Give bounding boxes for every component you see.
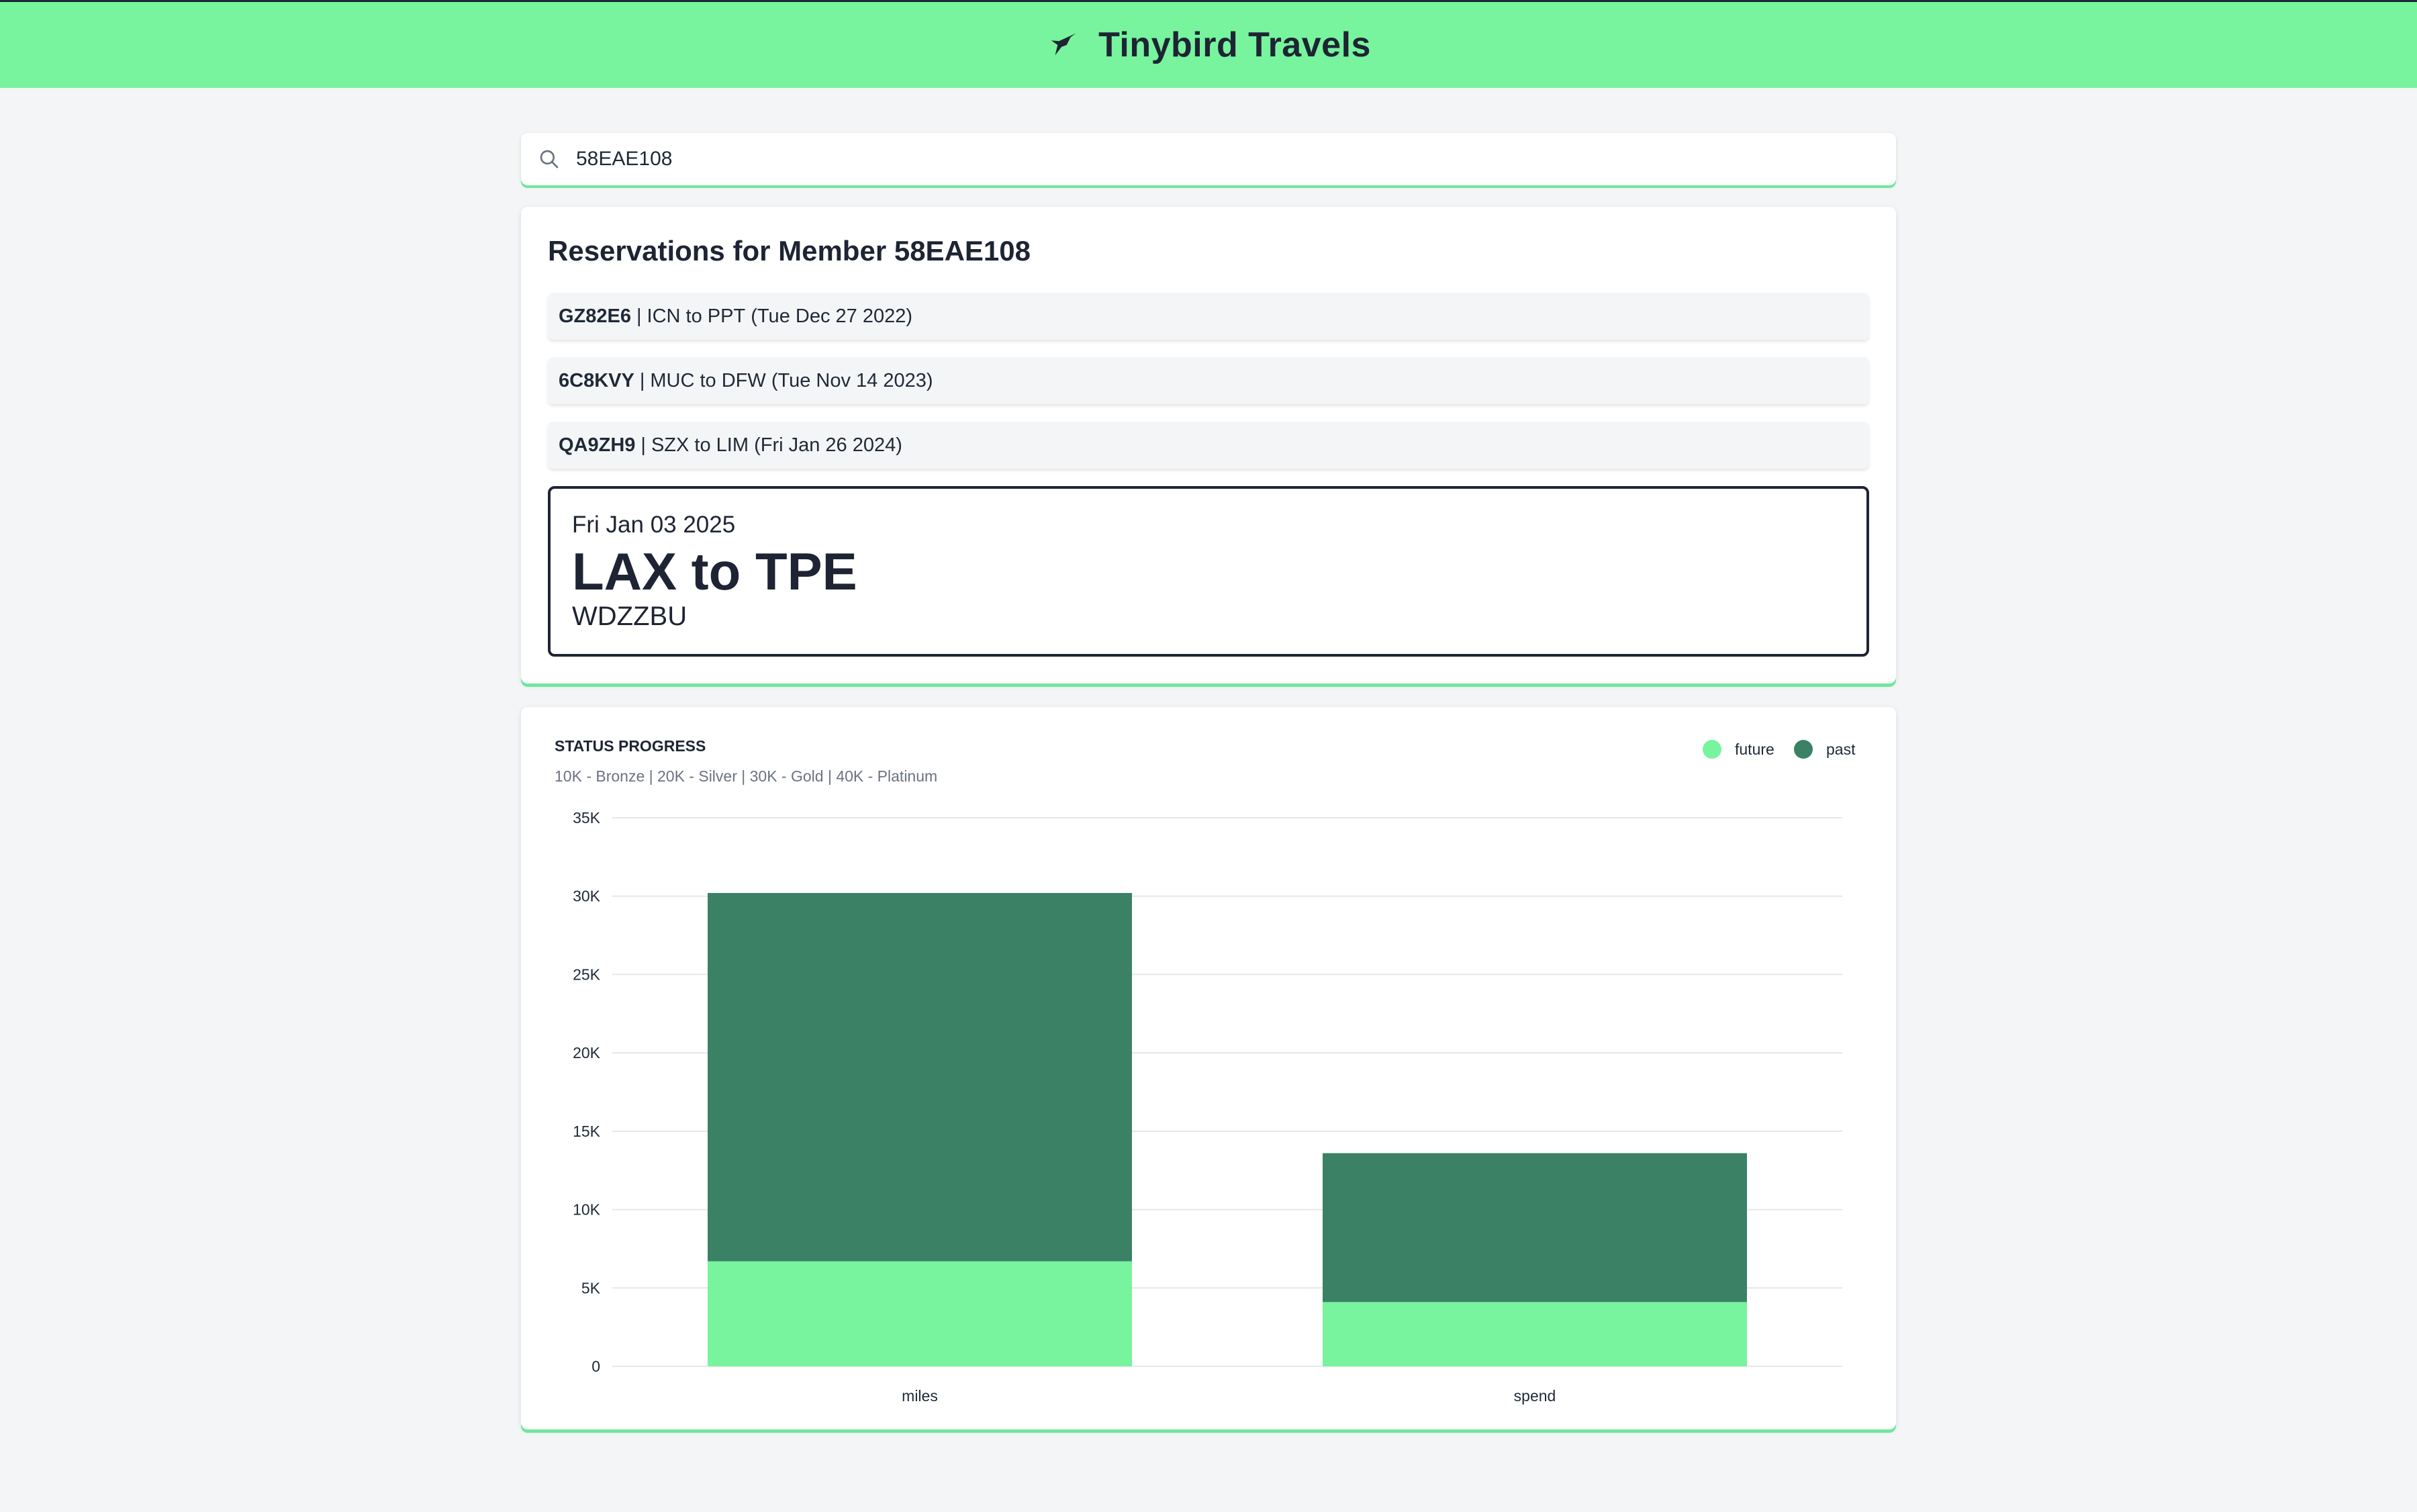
y-tick-label: 5K (581, 1279, 601, 1296)
reservation-separator: | (639, 369, 645, 391)
search-input[interactable] (576, 148, 1852, 171)
y-tick-label: 0 (591, 1358, 600, 1375)
bar-future (708, 1261, 1132, 1366)
y-tick-label: 20K (573, 1044, 601, 1061)
reservation-route: MUC to DFW (650, 369, 766, 391)
reservation-code: 6C8KVY (559, 369, 634, 391)
reservation-item[interactable]: GZ82E6 | ICN to PPT (Tue Dec 27 2022) (548, 293, 1869, 340)
bar-past (1323, 1153, 1747, 1303)
reservation-date: (Tue Dec 27 2022) (751, 305, 912, 327)
legend-swatch-past (1794, 740, 1813, 759)
status-progress-chart: STATUS PROGRESS 10K - Bronze | 20K - Silv… (555, 737, 1856, 1405)
selected-reservation-card[interactable]: Fri Jan 03 2025 LAX to TPE WDZZBU (548, 486, 1869, 657)
bar-future (1323, 1302, 1747, 1366)
reservation-item[interactable]: 6C8KVY | MUC to DFW (Tue Nov 14 2023) (548, 357, 1869, 404)
reservation-date: (Tue Nov 14 2023) (771, 369, 933, 391)
selected-confirmation: WDZZBU (572, 602, 688, 631)
search-icon (537, 147, 561, 171)
reservation-date: (Fri Jan 26 2024) (754, 434, 902, 456)
reservation-item[interactable]: QA9ZH9 | SZX to LIM (Fri Jan 26 2024) (548, 422, 1869, 469)
x-tick-label: spend (1514, 1387, 1556, 1405)
app-header: Tinybird Travels (0, 0, 2417, 88)
selected-route: LAX to TPE (572, 542, 857, 601)
chart-title: STATUS PROGRESS (555, 737, 706, 755)
x-tick-label: miles (902, 1387, 938, 1405)
legend-swatch-future (1703, 740, 1721, 759)
reservation-route: SZX to LIM (651, 434, 749, 456)
chart-subtitle: 10K - Bronze | 20K - Silver | 30K - Gold… (555, 767, 937, 785)
status-progress-card: STATUS PROGRESS 10K - Bronze | 20K - Silv… (521, 707, 1896, 1429)
y-tick-label: 35K (573, 809, 601, 826)
y-tick-label: 15K (573, 1123, 601, 1140)
legend-label-past: past (1826, 741, 1856, 758)
reservation-separator: | (641, 434, 646, 456)
reservation-code: GZ82E6 (559, 305, 631, 327)
reservation-route: ICN to PPT (647, 305, 746, 327)
reservation-separator: | (636, 305, 642, 327)
bird-icon (1046, 28, 1080, 62)
y-tick-label: 10K (573, 1201, 601, 1219)
legend-label-future: future (1735, 741, 1774, 758)
reservations-title: Reservations for Member 58EAE108 (548, 235, 1031, 267)
search-bar[interactable] (521, 133, 1896, 185)
selected-date: Fri Jan 03 2025 (572, 512, 736, 538)
y-tick-label: 30K (573, 888, 601, 905)
y-tick-label: 25K (573, 965, 601, 983)
bar-past (708, 893, 1132, 1262)
reservations-card: Reservations for Member 58EAE108 GZ82E6 … (521, 207, 1896, 683)
reservation-code: QA9ZH9 (559, 434, 636, 456)
app-title: Tinybird Travels (1098, 26, 1371, 64)
